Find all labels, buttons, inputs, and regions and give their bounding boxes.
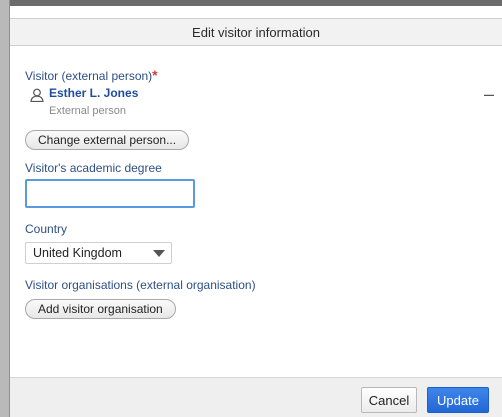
cancel-button[interactable]: Cancel: [361, 387, 417, 413]
add-visitor-organisation-button[interactable]: Add visitor organisation: [25, 299, 176, 319]
minus-icon[interactable]: –: [484, 85, 494, 103]
change-external-person-button[interactable]: Change external person...: [25, 130, 190, 150]
person-icon: [30, 88, 44, 102]
dialog-title-bar: Edit visitor information: [10, 18, 502, 46]
country-label: Country: [25, 222, 68, 236]
backdrop-left-strip: [0, 0, 10, 417]
visitor-type-text: External person: [49, 105, 127, 117]
country-selected-value: United Kingdom: [33, 246, 122, 260]
dialog-title: Edit visitor information: [192, 25, 320, 40]
academic-degree-label: Visitor's academic degree: [25, 161, 162, 175]
dialog-footer: Cancel Update: [10, 377, 502, 417]
visitor-field-label: Visitor (external person)*: [25, 67, 158, 83]
country-select[interactable]: United Kingdom: [25, 242, 172, 264]
visitor-name-link[interactable]: Esther L. Jones: [49, 86, 138, 100]
visitor-organisations-label: Visitor organisations (external organisa…: [25, 278, 256, 292]
required-asterisk: *: [152, 67, 158, 83]
visitor-label-text: Visitor (external person): [25, 69, 153, 83]
update-button[interactable]: Update: [427, 387, 489, 413]
chevron-down-icon: [153, 250, 165, 257]
academic-degree-input[interactable]: [25, 179, 195, 208]
edit-visitor-dialog: Edit visitor information Visitor (extern…: [10, 6, 502, 417]
